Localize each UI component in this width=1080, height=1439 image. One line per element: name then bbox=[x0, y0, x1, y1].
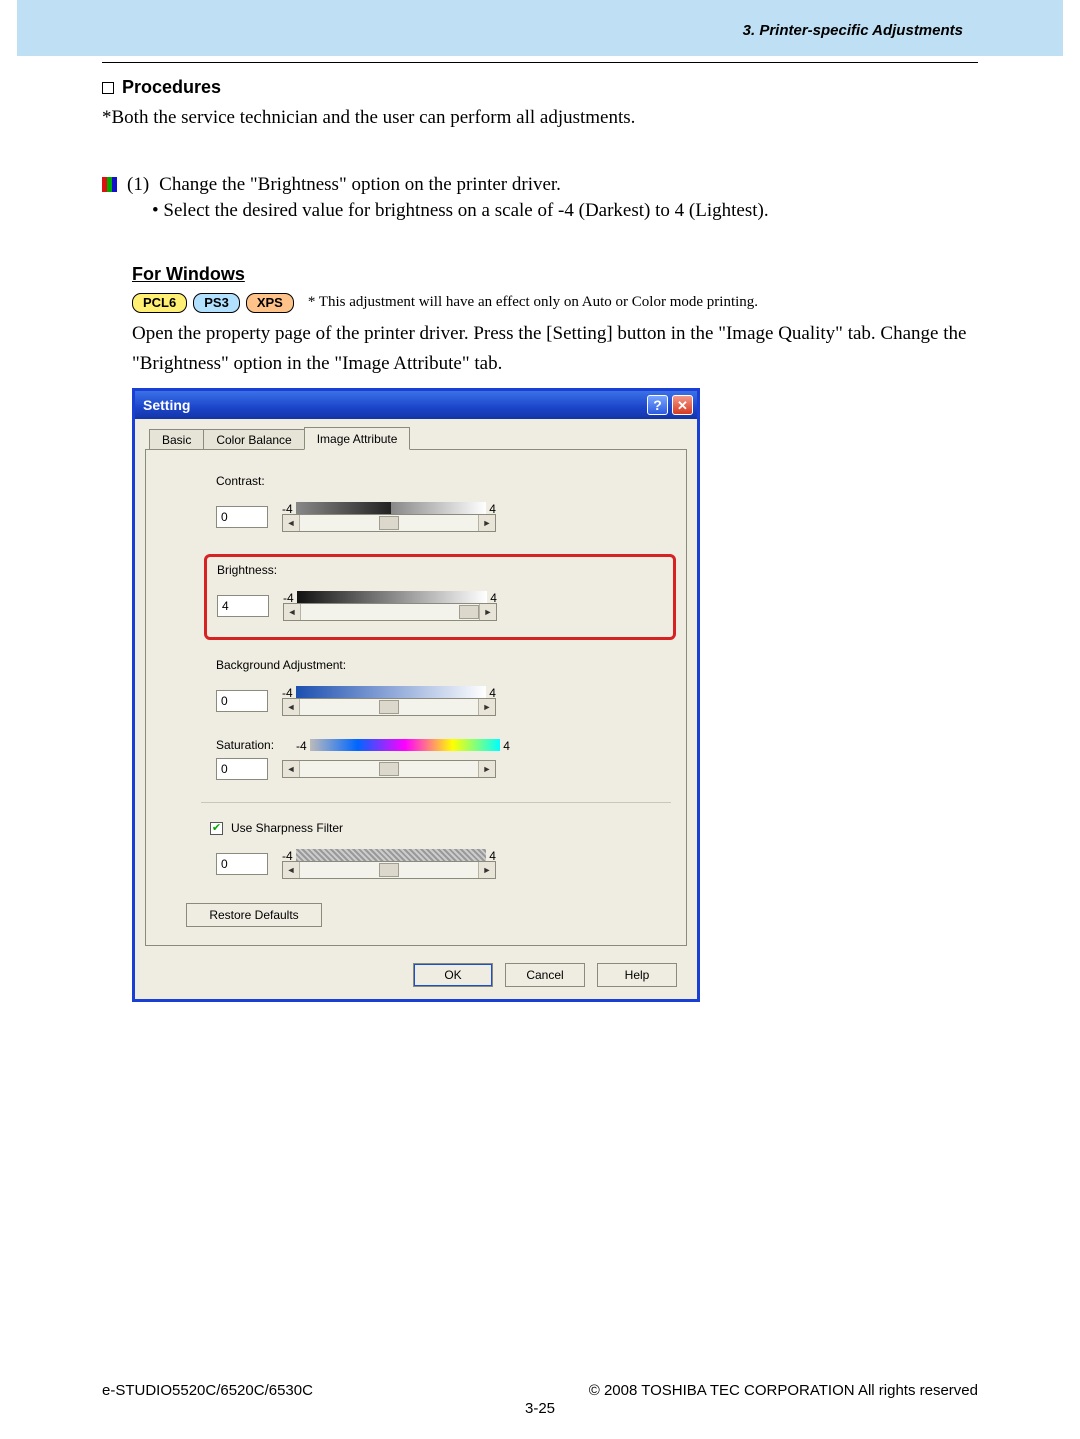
page-header-bar: 3. Printer-specific Adjustments bbox=[17, 0, 1063, 56]
section-header: 3. Printer-specific Adjustments bbox=[743, 22, 963, 39]
footer-copyright: © 2008 TOSHIBA TEC CORPORATION All right… bbox=[589, 1382, 978, 1399]
dialog-title: Setting bbox=[143, 397, 190, 413]
step-1: (1) Change the "Brightness" option on th… bbox=[102, 174, 978, 222]
page-footer: e-STUDIO5520C/6520C/6530C © 2008 TOSHIBA… bbox=[0, 1382, 1080, 1399]
close-icon[interactable]: ✕ bbox=[672, 395, 693, 415]
sharpness-row: 0 -4 4 ◄ ► bbox=[216, 849, 656, 879]
arrow-left-icon[interactable]: ◄ bbox=[284, 604, 301, 620]
group-divider bbox=[201, 802, 671, 803]
tab-body: Contrast: 0 -4 4 ◄ ► bbox=[145, 449, 687, 946]
windows-paragraph: Open the property page of the printer dr… bbox=[102, 319, 978, 378]
sharpness-checkbox[interactable]: ✔ bbox=[210, 822, 223, 835]
tag-pcl6: PCL6 bbox=[132, 293, 187, 314]
ok-button[interactable]: OK bbox=[413, 963, 493, 987]
arrow-left-icon[interactable]: ◄ bbox=[283, 515, 300, 531]
restore-defaults-button[interactable]: Restore Defaults bbox=[186, 903, 322, 927]
step-text: Change the "Brightness" option on the pr… bbox=[159, 174, 561, 196]
step-number: (1) bbox=[127, 174, 149, 196]
tricolor-icon bbox=[102, 177, 117, 192]
footer-model: e-STUDIO5520C/6520C/6530C bbox=[102, 1382, 313, 1399]
help-button[interactable]: Help bbox=[597, 963, 677, 987]
square-bullet-icon bbox=[102, 82, 114, 94]
background-slider[interactable]: ◄ ► bbox=[282, 698, 496, 716]
background-input[interactable]: 0 bbox=[216, 690, 268, 712]
contrast-gradient-icon bbox=[296, 502, 486, 514]
page-content: Procedures *Both the service technician … bbox=[102, 63, 978, 1002]
procedures-title: Procedures bbox=[122, 77, 221, 98]
sharpness-checkbox-label: Use Sharpness Filter bbox=[231, 821, 343, 835]
brightness-input[interactable]: 4 bbox=[217, 595, 269, 617]
sharpness-gradient-icon bbox=[296, 849, 486, 861]
sharpness-checkbox-row: ✔ Use Sharpness Filter bbox=[210, 821, 656, 835]
background-block: Background Adjustment: 0 -4 4 ◄ bbox=[216, 658, 656, 716]
arrow-right-icon[interactable]: ► bbox=[478, 699, 495, 715]
tabs: Basic Color Balance Image Attribute bbox=[135, 419, 697, 450]
range-max: 4 bbox=[503, 739, 510, 753]
brightness-gradient-icon bbox=[297, 591, 487, 603]
tag-note: * This adjustment will have an effect on… bbox=[308, 294, 758, 311]
dialog-screenshot: Setting ? ✕ Basic Color Balance Image At… bbox=[132, 388, 700, 1002]
arrow-right-icon[interactable]: ► bbox=[478, 515, 495, 531]
saturation-gradient-icon bbox=[310, 739, 500, 751]
setting-dialog: Setting ? ✕ Basic Color Balance Image At… bbox=[132, 388, 700, 1002]
contrast-block: Contrast: 0 -4 4 ◄ ► bbox=[216, 474, 656, 532]
cancel-button[interactable]: Cancel bbox=[505, 963, 585, 987]
arrow-right-icon[interactable]: ► bbox=[479, 604, 496, 620]
range-min: -4 bbox=[296, 739, 307, 753]
saturation-slider[interactable]: ◄ ► bbox=[282, 760, 496, 778]
driver-tags-row: PCL6 PS3 XPS * This adjustment will have… bbox=[102, 293, 978, 314]
arrow-left-icon[interactable]: ◄ bbox=[283, 699, 300, 715]
arrow-right-icon[interactable]: ► bbox=[478, 862, 495, 878]
dialog-buttons: OK Cancel Help bbox=[135, 957, 697, 999]
step-bullet: • Select the desired value for brightnes… bbox=[102, 200, 978, 222]
contrast-input[interactable]: 0 bbox=[216, 506, 268, 528]
saturation-input[interactable]: 0 bbox=[216, 758, 268, 780]
tab-image-attribute[interactable]: Image Attribute bbox=[304, 427, 411, 450]
arrow-left-icon[interactable]: ◄ bbox=[283, 761, 300, 777]
saturation-block: Saturation: -4 4 0 bbox=[216, 738, 656, 780]
tag-xps: XPS bbox=[246, 293, 294, 314]
brightness-highlight: Brightness: 4 -4 4 ◄ bbox=[204, 554, 676, 640]
background-label: Background Adjustment: bbox=[216, 658, 656, 672]
procedures-heading: Procedures bbox=[102, 77, 978, 98]
sharpness-input[interactable]: 0 bbox=[216, 853, 268, 875]
for-windows-heading: For Windows bbox=[102, 264, 978, 285]
background-gradient-icon bbox=[296, 686, 486, 698]
brightness-label: Brightness: bbox=[217, 563, 663, 577]
arrow-left-icon[interactable]: ◄ bbox=[283, 862, 300, 878]
sharpness-slider[interactable]: ◄ ► bbox=[282, 861, 496, 879]
help-icon[interactable]: ? bbox=[647, 395, 668, 415]
arrow-right-icon[interactable]: ► bbox=[478, 761, 495, 777]
page-number: 3-25 bbox=[0, 1400, 1080, 1417]
tag-ps3: PS3 bbox=[193, 293, 240, 314]
procedures-note: *Both the service technician and the use… bbox=[102, 104, 978, 132]
contrast-label: Contrast: bbox=[216, 474, 656, 488]
titlebar[interactable]: Setting ? ✕ bbox=[135, 391, 697, 419]
brightness-slider[interactable]: ◄ ► bbox=[283, 603, 497, 621]
saturation-label: Saturation: bbox=[216, 738, 306, 752]
contrast-slider[interactable]: ◄ ► bbox=[282, 514, 496, 532]
